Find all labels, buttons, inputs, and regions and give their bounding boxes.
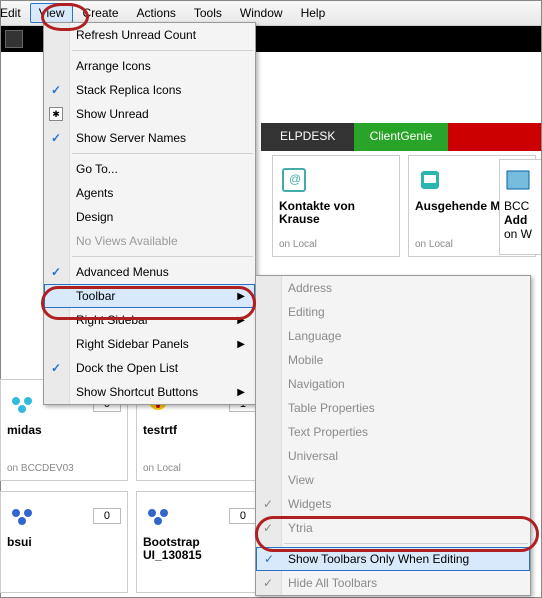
submenu-mobile[interactable]: Mobile <box>256 348 530 372</box>
menu-tools[interactable]: Tools <box>185 3 231 23</box>
submenu-language[interactable]: Language <box>256 324 530 348</box>
tile-title: midas <box>7 424 121 437</box>
menu-window[interactable]: Window <box>231 3 292 23</box>
tile-location: on Local <box>143 463 257 474</box>
menuitem-design[interactable]: Design <box>44 205 255 229</box>
check-icon: ✓ <box>51 361 61 375</box>
menuitem-toolbar[interactable]: Toolbar▶ <box>44 284 255 308</box>
submenu-table-properties[interactable]: Table Properties <box>256 396 530 420</box>
tile-count: 0 <box>93 508 121 524</box>
addressbook-icon: @ <box>279 165 309 195</box>
tile-location: on Local <box>279 239 393 250</box>
menuitem-advanced-menus[interactable]: ✓Advanced Menus <box>44 260 255 284</box>
tile-location: on W <box>504 227 537 241</box>
tile-sub: Add <box>504 213 537 227</box>
menuitem-show-unread[interactable]: ✱Show Unread <box>44 102 255 126</box>
tile-bootstrap[interactable]: 0 Bootstrap UI_130815 <box>136 491 264 593</box>
submenu-view[interactable]: View <box>256 468 530 492</box>
menuitem-dock-open-list[interactable]: ✓Dock the Open List <box>44 356 255 380</box>
tile-title: Kontakte von Krause <box>279 200 393 226</box>
people-icon <box>7 501 37 531</box>
check-icon: ✓ <box>263 521 273 535</box>
chevron-right-icon: ▶ <box>237 315 245 326</box>
tile-title: bsui <box>7 536 121 549</box>
check-icon: ✓ <box>51 131 61 145</box>
tab-extra[interactable] <box>448 123 541 151</box>
submenu-text-properties[interactable]: Text Properties <box>256 420 530 444</box>
toolbar-submenu: Address Editing Language Mobile Navigati… <box>255 275 531 596</box>
tile-title: testrtf <box>143 424 257 437</box>
check-icon: ✓ <box>263 497 273 511</box>
chevron-right-icon: ▶ <box>237 387 245 398</box>
tile-bcc-add[interactable]: BCC Add on W <box>499 159 541 255</box>
chevron-right-icon: ▶ <box>237 339 245 350</box>
menu-edit[interactable]: Edit <box>0 3 30 23</box>
menuitem-show-server-names[interactable]: ✓Show Server Names <box>44 126 255 150</box>
submenu-address[interactable]: Address <box>256 276 530 300</box>
check-icon: ✓ <box>51 83 61 97</box>
submenu-editing[interactable]: Editing <box>256 300 530 324</box>
people-icon <box>143 501 173 531</box>
check-icon: ✓ <box>263 576 273 590</box>
submenu-ytria[interactable]: ✓Ytria <box>256 516 530 540</box>
tile-title: BCC <box>504 199 537 213</box>
mailbox-icon <box>415 165 445 195</box>
tile-title: Bootstrap UI_130815 <box>143 536 257 562</box>
menuitem-goto[interactable]: Go To... <box>44 157 255 181</box>
tile-kontakte[interactable]: @ Kontakte von Krause on Local <box>272 155 400 257</box>
check-icon: ✓ <box>264 552 274 566</box>
menu-create[interactable]: Create <box>73 3 127 23</box>
menuitem-arrange-icons[interactable]: Arrange Icons <box>44 54 255 78</box>
tab-clientgenie[interactable]: ClientGenie <box>354 123 447 151</box>
submenu-navigation[interactable]: Navigation <box>256 372 530 396</box>
submenu-widgets[interactable]: ✓Widgets <box>256 492 530 516</box>
tile-count: 0 <box>229 508 257 524</box>
tab-helpdesk[interactable]: ELPDESK <box>261 123 354 151</box>
tile-location: on BCCDEV03 <box>7 463 121 474</box>
menuitem-shortcut-buttons[interactable]: Show Shortcut Buttons▶ <box>44 380 255 404</box>
menu-view[interactable]: View <box>30 3 74 23</box>
submenu-show-only-editing[interactable]: ✓Show Toolbars Only When Editing <box>256 547 530 571</box>
menu-actions[interactable]: Actions <box>128 3 185 23</box>
tab-strip: ELPDESK ClientGenie <box>261 123 541 151</box>
menuitem-right-sidebar-panels[interactable]: Right Sidebar Panels▶ <box>44 332 255 356</box>
view-dropdown: Refresh Unread Count Arrange Icons ✓Stac… <box>43 22 256 405</box>
menuitem-refresh-unread[interactable]: Refresh Unread Count <box>44 23 255 47</box>
menuitem-agents[interactable]: Agents <box>44 181 255 205</box>
check-icon: ✓ <box>51 265 61 279</box>
book-icon <box>504 166 534 196</box>
chevron-right-icon: ▶ <box>237 291 245 302</box>
menuitem-no-views: No Views Available <box>44 229 255 253</box>
menuitem-stack-replica[interactable]: ✓Stack Replica Icons <box>44 78 255 102</box>
submenu-hide-all[interactable]: ✓Hide All Toolbars <box>256 571 530 595</box>
menuitem-right-sidebar[interactable]: Right Sidebar▶ <box>44 308 255 332</box>
tile-bsui[interactable]: 0 bsui <box>0 491 128 593</box>
menu-help[interactable]: Help <box>292 3 335 23</box>
svg-text:@: @ <box>289 172 301 186</box>
people-icon <box>7 389 37 419</box>
unread-indicator-icon: ✱ <box>49 107 63 121</box>
submenu-universal[interactable]: Universal <box>256 444 530 468</box>
